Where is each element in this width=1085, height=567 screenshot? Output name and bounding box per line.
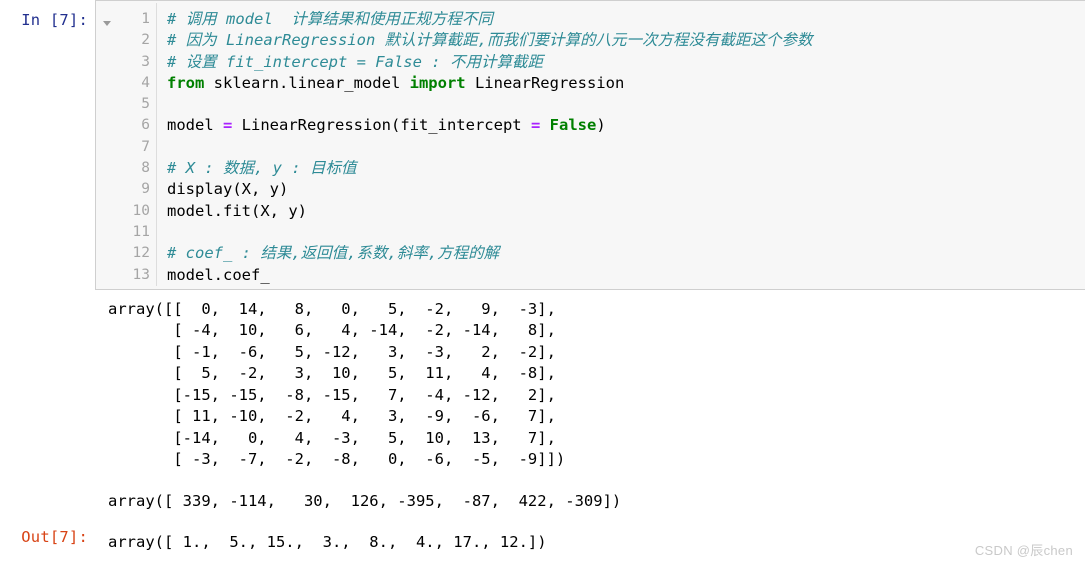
code-line[interactable]: model.fit(X, y) (167, 201, 1085, 222)
code-token-plain: model.coef_ (167, 265, 270, 284)
line-number: 9 (141, 181, 150, 198)
notebook: In [7]: 1 2 3 4 5 6 7 8 9 10 11 12 13 # 调用 model 计算结… (0, 0, 1085, 554)
line-number: 5 (141, 96, 150, 113)
output-area-y: array([ 339, -114, 30, 126, -395, -87, 4… (0, 481, 1085, 513)
line-number: 4 (141, 74, 150, 91)
output-coef-array: array([ 1., 5., 15., 3., 8., 4., 17., 12… (108, 533, 547, 552)
output-area-result: Out[7]: array([ 1., 5., 15., 3., 8., 4.,… (0, 522, 1085, 554)
code-token-kw: from (167, 73, 205, 92)
code-token-kw: False (549, 116, 597, 135)
output-y-array: array([ 339, -114, 30, 126, -395, -87, 4… (108, 491, 622, 510)
line-number: 7 (141, 138, 150, 155)
code-line[interactable] (167, 222, 1085, 243)
code-token-op: = (223, 116, 233, 135)
output-x-array: array([[ 0, 14, 8, 0, 5, -2, 9, -3], [ -… (108, 299, 566, 469)
code-token-comment: # 调用 model 计算结果和使用正规方程不同 (167, 10, 493, 28)
line-number: 11 (132, 223, 150, 240)
output-spacer (0, 471, 1085, 481)
code-content[interactable]: # 调用 model 计算结果和使用正规方程不同 # 因为 LinearRegre… (157, 3, 1085, 286)
code-token-plain: model.fit(X, y) (167, 201, 307, 220)
line-number: 13 (132, 266, 150, 283)
code-line[interactable]: from sklearn.linear_model import LinearR… (167, 73, 1085, 94)
collapse-column[interactable] (96, 3, 117, 286)
code-editor[interactable]: 1 2 3 4 5 6 7 8 9 10 11 12 13 # 调用 model 计算结果和使用正规方程… (95, 0, 1085, 290)
code-line[interactable] (167, 94, 1085, 115)
code-line[interactable]: display(X, y) (167, 179, 1085, 200)
line-number: 3 (141, 53, 150, 70)
input-prompt: In [7]: (21, 11, 88, 29)
code-line[interactable] (167, 137, 1085, 158)
code-token-kw: import (409, 73, 466, 92)
line-number: 10 (132, 202, 150, 219)
watermark: CSDN @辰chen (974, 543, 1073, 558)
line-number: 6 (141, 117, 150, 134)
line-number-gutter: 1 2 3 4 5 6 7 8 9 10 11 12 13 (117, 3, 157, 286)
line-number: 1 (141, 11, 150, 27)
code-token-plain: sklearn.linear_model (204, 73, 410, 92)
code-line[interactable]: # 因为 LinearRegression 默认计算截距,而我们要计算的八元一次… (167, 30, 1085, 51)
line-number: 2 (141, 32, 150, 49)
code-line[interactable]: # coef_ : 结果,返回值,系数,斜率,方程的解 (167, 243, 1085, 264)
code-token-comment: # 因为 LinearRegression 默认计算截距,而我们要计算的八元一次… (167, 31, 813, 50)
line-number: 12 (132, 245, 150, 262)
code-token-plain: ) (596, 116, 606, 135)
code-line[interactable]: model.coef_ (167, 265, 1085, 286)
code-line[interactable]: # X : 数据, y : 目标值 (167, 158, 1085, 179)
code-token-plain: model (167, 116, 223, 135)
code-line[interactable]: # 调用 model 计算结果和使用正规方程不同 (167, 9, 1085, 30)
code-token-plain: LinearRegression (465, 73, 625, 92)
code-token-comment: # coef_ : 结果,返回值,系数,斜率,方程的解 (167, 244, 500, 263)
code-token-plain: display(X, y) (167, 180, 289, 199)
triangle-down-icon[interactable] (102, 21, 111, 26)
code-token-op: = (530, 116, 541, 135)
code-token-comment: # 设置 fit_intercept = False : 不用计算截距 (167, 52, 543, 71)
line-number: 8 (141, 160, 150, 177)
output-area-X: array([[ 0, 14, 8, 0, 5, -2, 9, -3], [ -… (0, 290, 1085, 471)
output-spacer-2 (0, 512, 1085, 522)
code-line[interactable]: # 设置 fit_intercept = False : 不用计算截距 (167, 52, 1085, 73)
code-line[interactable]: model = LinearRegression(fit_intercept =… (167, 115, 1085, 136)
code-token-plain: LinearRegression(fit_intercept (232, 116, 531, 135)
output-prompt: Out[7]: (21, 528, 88, 547)
code-token-comment: # X : 数据, y : 目标值 (167, 159, 357, 178)
code-cell[interactable]: In [7]: 1 2 3 4 5 6 7 8 9 10 11 12 13 # 调用 model 计算结… (0, 0, 1085, 290)
